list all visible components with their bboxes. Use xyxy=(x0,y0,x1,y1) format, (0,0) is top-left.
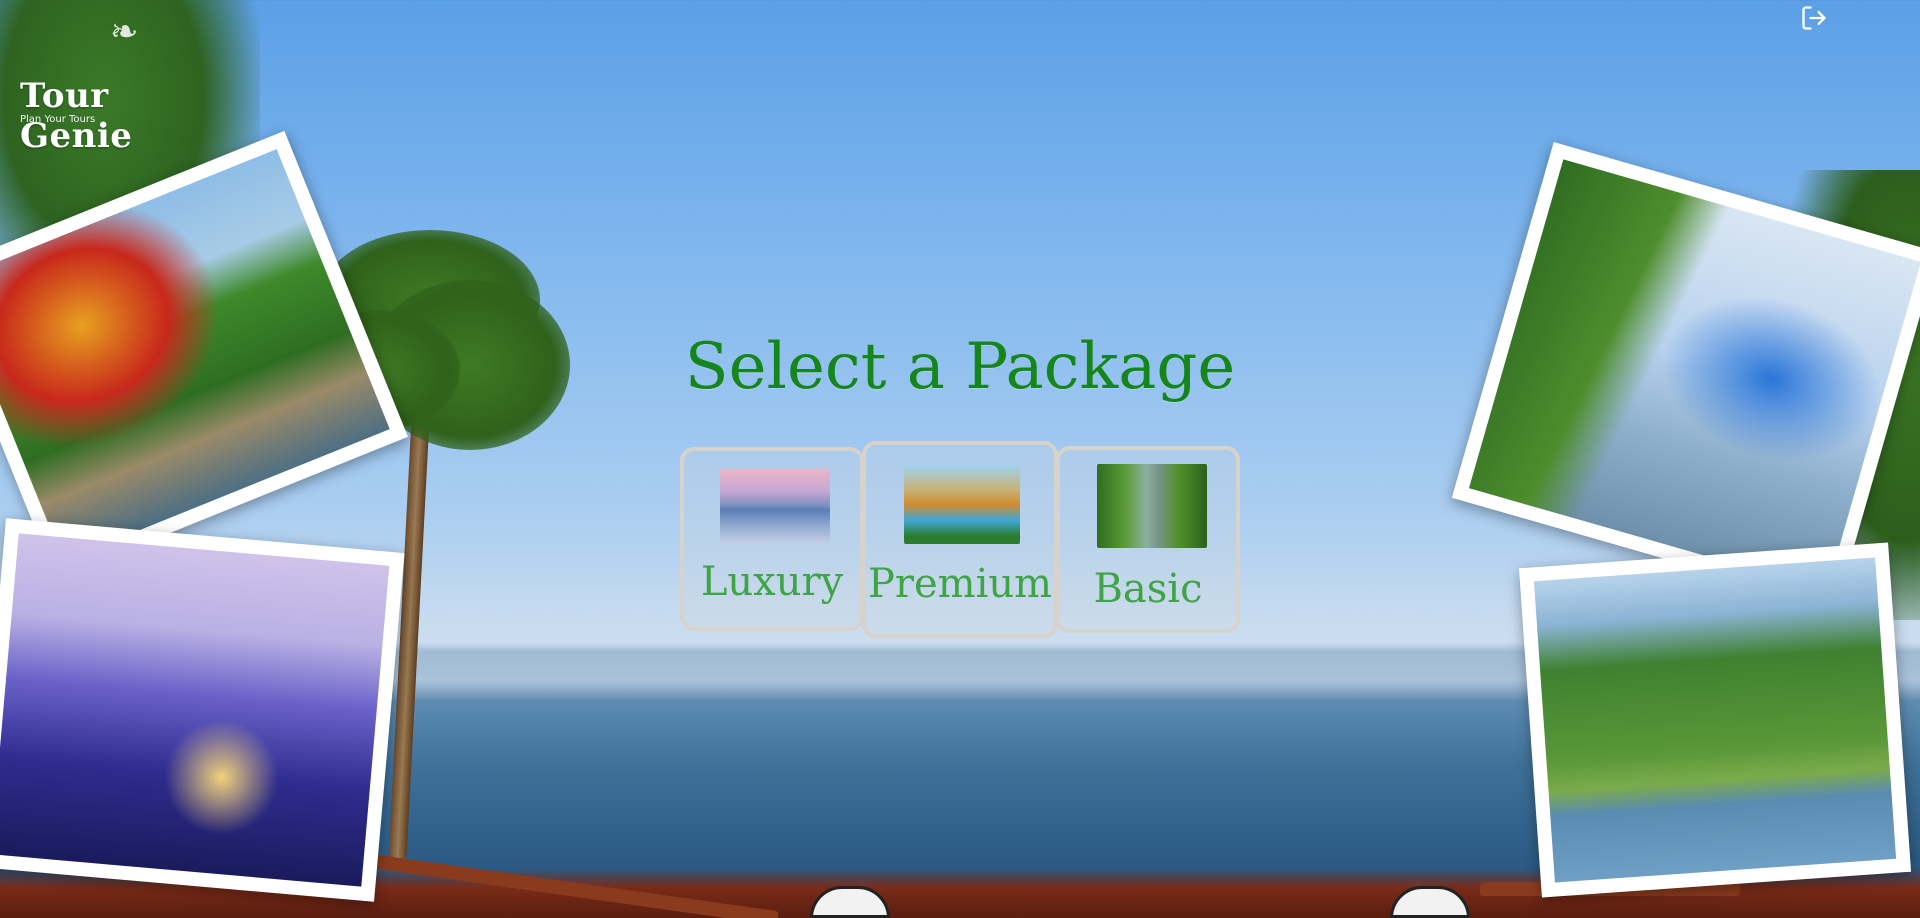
basic-backwater-boat-image xyxy=(1097,464,1207,548)
photo-houseboat-night xyxy=(0,518,405,902)
package-label-basic: Basic xyxy=(1093,566,1203,612)
page-title: Select a Package xyxy=(684,330,1236,404)
package-label-premium: Premium xyxy=(867,561,1053,607)
genie-lamp-icon: ❧ xyxy=(110,12,139,52)
palm-tree xyxy=(300,190,580,861)
package-card-premium[interactable]: Premium xyxy=(862,441,1058,638)
logout-button[interactable] xyxy=(1800,4,1828,32)
logo-tagline: Plan Your Tours xyxy=(20,114,96,125)
photo-elephants xyxy=(1518,542,1912,898)
site-logo[interactable]: ❧ Tour Genie Plan Your Tours xyxy=(18,10,228,156)
package-card-basic[interactable]: Basic xyxy=(1056,446,1240,633)
logout-icon xyxy=(1802,6,1826,30)
luxury-resort-image xyxy=(720,469,830,543)
package-label-luxury: Luxury xyxy=(700,559,844,605)
package-card-luxury[interactable]: Luxury xyxy=(680,447,864,631)
premium-pool-resort-image xyxy=(904,465,1020,544)
